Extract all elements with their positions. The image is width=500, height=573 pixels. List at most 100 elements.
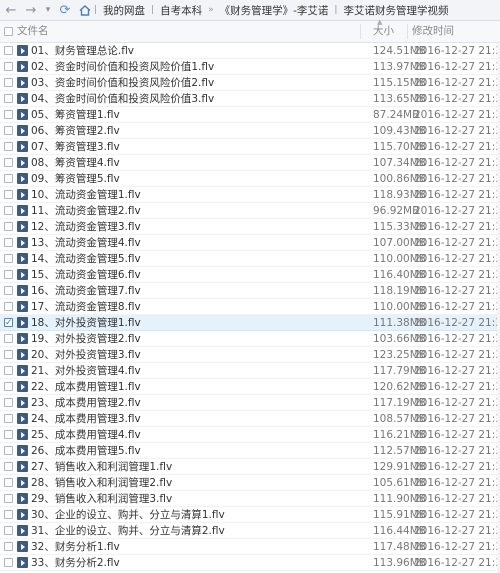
row-checkbox[interactable]	[4, 526, 13, 535]
row-checkbox[interactable]	[4, 542, 13, 551]
file-row[interactable]: 08、筹资管理4.flv 107.34MB 2016-12-27 21:38	[0, 155, 500, 171]
file-row[interactable]: 31、企业的设立、购并、分立与清算2.flv 116.44MB 2016-12-27…	[0, 523, 500, 539]
file-row[interactable]: 22、成本费用管理1.flv 120.62MB 2016-12-27 21:38	[0, 379, 500, 395]
row-checkbox[interactable]	[4, 78, 13, 87]
file-name[interactable]: 26、成本费用管理5.flv	[31, 443, 141, 459]
file-row[interactable]: 33、财务分析2.flv 113.96MB 2016-12-27 21:38	[0, 555, 500, 571]
row-checkbox[interactable]	[4, 286, 13, 295]
file-name[interactable]: 15、流动资金管理6.flv	[31, 267, 141, 283]
file-row[interactable]: 13、流动资金管理4.flv 107.00MB 2016-12-27 21:38	[0, 235, 500, 251]
row-checkbox[interactable]	[4, 382, 13, 391]
file-row[interactable]: 12、流动资金管理3.flv 115.33MB 2016-12-27 21:38	[0, 219, 500, 235]
row-checkbox[interactable]	[4, 510, 13, 519]
file-row[interactable]: 17、流动资金管理8.flv 110.00MB 2016-12-27 21:38	[0, 299, 500, 315]
file-name[interactable]: 07、筹资管理3.flv	[31, 139, 120, 155]
file-name[interactable]: 17、流动资金管理8.flv	[31, 299, 141, 315]
file-name[interactable]: 01、财务管理总论.flv	[31, 43, 134, 59]
file-row[interactable]: 32、财务分析1.flv 117.48MB 2016-12-27 21:38	[0, 539, 500, 555]
file-name[interactable]: 08、筹资管理4.flv	[31, 155, 120, 171]
file-name[interactable]: 10、流动资金管理1.flv	[31, 187, 141, 203]
row-checkbox[interactable]	[4, 238, 13, 247]
chevron-down-icon[interactable]: ▾	[42, 1, 54, 19]
file-row[interactable]: 11、流动资金管理2.flv 96.92MB 2016-12-27 21:38	[0, 203, 500, 219]
file-name[interactable]: 18、对外投资管理1.flv	[31, 315, 141, 331]
row-checkbox[interactable]	[4, 94, 13, 103]
file-name[interactable]: 11、流动资金管理2.flv	[31, 203, 141, 219]
row-checkbox[interactable]	[4, 398, 13, 407]
row-checkbox[interactable]	[4, 110, 13, 119]
row-checkbox[interactable]	[4, 62, 13, 71]
file-row[interactable]: 19、对外投资管理2.flv 103.66MB 2016-12-27 21:38	[0, 331, 500, 347]
file-name[interactable]: 06、筹资管理2.flv	[31, 123, 120, 139]
row-checkbox[interactable]	[4, 206, 13, 215]
file-name[interactable]: 03、资金时间价值和投资风险价值2.flv	[31, 75, 214, 91]
row-checkbox[interactable]	[4, 126, 13, 135]
file-row[interactable]: 09、筹资管理5.flv 100.86MB 2016-12-27 21:38	[0, 171, 500, 187]
row-checkbox[interactable]	[4, 350, 13, 359]
back-arrow-icon[interactable]: ←	[2, 1, 20, 19]
file-name[interactable]: 12、流动资金管理3.flv	[31, 219, 141, 235]
file-row[interactable]: 28、销售收入和利润管理2.flv 105.61MB 2016-12-27 21:3…	[0, 475, 500, 491]
row-checkbox[interactable]	[4, 430, 13, 439]
breadcrumb-item-current[interactable]: 李艾诺财务管理学视频	[339, 3, 452, 18]
file-row[interactable]: 25、成本费用管理4.flv 116.21MB 2016-12-27 21:38	[0, 427, 500, 443]
file-name[interactable]: 02、资金时间价值和投资风险价值1.flv	[31, 59, 214, 75]
file-name[interactable]: 22、成本费用管理1.flv	[31, 379, 141, 395]
file-name[interactable]: 30、企业的设立、购并、分立与清算1.flv	[31, 507, 225, 523]
row-checkbox[interactable]	[4, 446, 13, 455]
file-name[interactable]: 25、成本费用管理4.flv	[31, 427, 141, 443]
file-name[interactable]: 13、流动资金管理4.flv	[31, 235, 141, 251]
file-row[interactable]: 16、流动资金管理7.flv 118.19MB 2016-12-27 21:38	[0, 283, 500, 299]
row-checkbox[interactable]: ✓	[4, 318, 13, 328]
file-name[interactable]: 05、筹资管理1.flv	[31, 107, 120, 123]
row-checkbox[interactable]	[4, 494, 13, 503]
file-row[interactable]: 06、筹资管理2.flv 109.43MB 2016-12-27 21:38	[0, 123, 500, 139]
column-header-modified[interactable]: 修改时间	[412, 21, 454, 42]
column-header-name[interactable]: 文件名	[17, 21, 49, 42]
file-name[interactable]: 04、资金时间价值和投资风险价值3.flv	[31, 91, 214, 107]
row-checkbox[interactable]	[4, 190, 13, 199]
file-name[interactable]: 21、对外投资管理4.flv	[31, 363, 141, 379]
file-name[interactable]: 20、对外投资管理3.flv	[31, 347, 141, 363]
file-row[interactable]: 10、流动资金管理1.flv 118.93MB 2016-12-27 21:38	[0, 187, 500, 203]
file-row[interactable]: 03、资金时间价值和投资风险价值2.flv 115.15MB 2016-12-27 …	[0, 75, 500, 91]
file-name[interactable]: 09、筹资管理5.flv	[31, 171, 120, 187]
file-row[interactable]: 14、流动资金管理5.flv 110.00MB 2016-12-27 21:38	[0, 251, 500, 267]
file-name[interactable]: 19、对外投资管理2.flv	[31, 331, 141, 347]
row-checkbox[interactable]	[4, 462, 13, 471]
select-all-checkbox[interactable]	[4, 27, 13, 36]
column-header-size[interactable]: 大小	[373, 21, 394, 42]
file-name[interactable]: 29、销售收入和利润管理3.flv	[31, 491, 172, 507]
file-row[interactable]: 24、成本费用管理3.flv 108.57MB 2016-12-27 21:38	[0, 411, 500, 427]
refresh-icon[interactable]: ⟳	[56, 1, 74, 19]
file-name[interactable]: 24、成本费用管理3.flv	[31, 411, 141, 427]
file-row[interactable]: 05、筹资管理1.flv 87.24MB 2016-12-27 21:38	[0, 107, 500, 123]
file-row[interactable]: 30、企业的设立、购并、分立与清算1.flv 115.91MB 2016-12-27…	[0, 507, 500, 523]
row-checkbox[interactable]	[4, 142, 13, 151]
file-name[interactable]: 33、财务分析2.flv	[31, 555, 120, 571]
row-checkbox[interactable]	[4, 158, 13, 167]
file-row[interactable]: 04、资金时间价值和投资风险价值3.flv 113.65MB 2016-12-27 …	[0, 91, 500, 107]
breadcrumb-item-zikao[interactable]: 自考本科	[156, 3, 206, 18]
home-icon[interactable]	[78, 3, 92, 17]
file-row[interactable]: 27、销售收入和利润管理1.flv 129.91MB 2016-12-27 21:3…	[0, 459, 500, 475]
file-row[interactable]: 26、成本费用管理5.flv 112.57MB 2016-12-27 21:38	[0, 443, 500, 459]
file-name[interactable]: 14、流动资金管理5.flv	[31, 251, 141, 267]
file-name[interactable]: 32、财务分析1.flv	[31, 539, 120, 555]
file-row[interactable]: 01、财务管理总论.flv 124.51MB 2016-12-27 21:38	[0, 43, 500, 59]
row-checkbox[interactable]	[4, 478, 13, 487]
breadcrumb-item-root[interactable]: 我的网盘	[99, 3, 149, 18]
file-row[interactable]: ✓ 18、对外投资管理1.flv 111.38MB 2016-12-27 21:38	[0, 315, 500, 331]
file-row[interactable]: 23、成本费用管理2.flv 117.19MB 2016-12-27 21:38	[0, 395, 500, 411]
row-checkbox[interactable]	[4, 254, 13, 263]
row-checkbox[interactable]	[4, 366, 13, 375]
row-checkbox[interactable]	[4, 222, 13, 231]
row-checkbox[interactable]	[4, 302, 13, 311]
file-name[interactable]: 16、流动资金管理7.flv	[31, 283, 141, 299]
file-row[interactable]: 15、流动资金管理6.flv 116.40MB 2016-12-27 21:38	[0, 267, 500, 283]
file-name[interactable]: 27、销售收入和利润管理1.flv	[31, 459, 172, 475]
file-row[interactable]: 02、资金时间价值和投资风险价值1.flv 113.97MB 2016-12-27 …	[0, 59, 500, 75]
file-name[interactable]: 28、销售收入和利润管理2.flv	[31, 475, 172, 491]
file-row[interactable]: 29、销售收入和利润管理3.flv 111.90MB 2016-12-27 21:3…	[0, 491, 500, 507]
row-checkbox[interactable]	[4, 174, 13, 183]
